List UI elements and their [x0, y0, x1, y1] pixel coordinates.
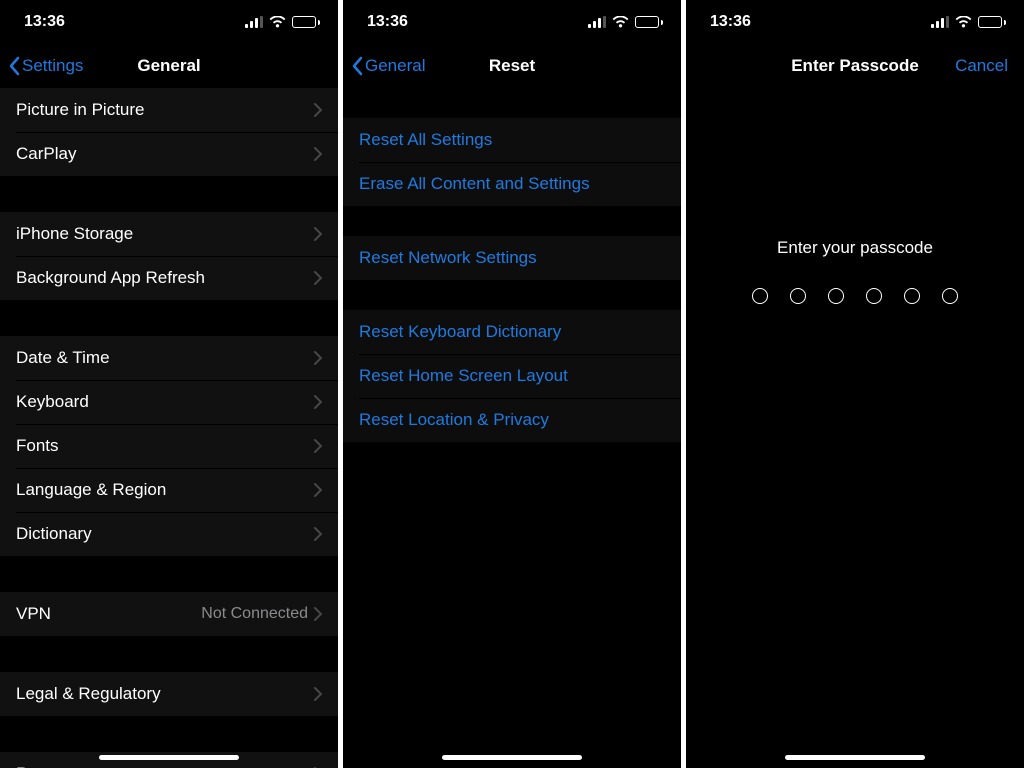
cell-vpn[interactable]: VPN Not Connected [0, 592, 338, 636]
passcode-dot [828, 288, 844, 304]
cell-vpn-detail: Not Connected [201, 605, 308, 623]
back-label: General [365, 56, 425, 76]
chevron-right-icon [314, 271, 322, 285]
cell-reset-location-privacy[interactable]: Reset Location & Privacy [343, 398, 681, 442]
passcode-prompt: Enter your passcode [777, 238, 933, 258]
screen-passcode: 13:36 Enter Passcode Cancel Enter your p… [686, 0, 1024, 768]
passcode-dot [752, 288, 768, 304]
chevron-right-icon [314, 483, 322, 497]
chevron-right-icon [314, 103, 322, 117]
cell-date-time[interactable]: Date & Time [0, 336, 338, 380]
chevron-right-icon [314, 439, 322, 453]
reset-list[interactable]: Reset All Settings Erase All Content and… [343, 88, 681, 768]
passcode-dot [942, 288, 958, 304]
status-right-cluster [588, 16, 663, 28]
cell-reset-all-settings[interactable]: Reset All Settings [343, 118, 681, 162]
cellular-signal-icon [588, 16, 606, 28]
nav-title: General [137, 56, 200, 76]
wifi-icon [269, 16, 286, 28]
chevron-right-icon [314, 395, 322, 409]
cell-picture-in-picture[interactable]: Picture in Picture [0, 88, 338, 132]
cell-carplay[interactable]: CarPlay [0, 132, 338, 176]
screen-general: 13:36 Settings General Pictu [0, 0, 338, 768]
chevron-left-icon [351, 56, 363, 76]
home-indicator[interactable] [442, 755, 582, 760]
passcode-dot [790, 288, 806, 304]
wifi-icon [955, 16, 972, 28]
nav-title: Enter Passcode [791, 56, 919, 76]
cell-reset-home-screen-layout[interactable]: Reset Home Screen Layout [343, 354, 681, 398]
nav-bar: Enter Passcode Cancel [686, 44, 1024, 88]
nav-bar: Settings General [0, 44, 338, 88]
chevron-right-icon [314, 527, 322, 541]
nav-bar: General Reset [343, 44, 681, 88]
status-time: 13:36 [24, 13, 65, 31]
cell-keyboard[interactable]: Keyboard [0, 380, 338, 424]
home-indicator[interactable] [99, 755, 239, 760]
status-bar: 13:36 [0, 0, 338, 44]
nav-title: Reset [489, 56, 535, 76]
wifi-icon [612, 16, 629, 28]
cell-language-region[interactable]: Language & Region [0, 468, 338, 512]
cell-legal-regulatory[interactable]: Legal & Regulatory [0, 672, 338, 716]
screen-reset: 13:36 General Reset Re [343, 0, 681, 768]
settings-list[interactable]: Picture in Picture CarPlay iPhone Storag… [0, 88, 338, 768]
battery-icon [292, 16, 320, 28]
cell-erase-all-content[interactable]: Erase All Content and Settings [343, 162, 681, 206]
cancel-button[interactable]: Cancel [955, 56, 1016, 76]
chevron-right-icon [314, 227, 322, 241]
status-bar: 13:36 [343, 0, 681, 44]
cell-fonts[interactable]: Fonts [0, 424, 338, 468]
cellular-signal-icon [245, 16, 263, 28]
status-right-cluster [931, 16, 1006, 28]
battery-icon [978, 16, 1006, 28]
passcode-dot [904, 288, 920, 304]
passcode-content: Enter your passcode [686, 88, 1024, 768]
cell-iphone-storage[interactable]: iPhone Storage [0, 212, 338, 256]
battery-icon [635, 16, 663, 28]
passcode-dots[interactable] [752, 288, 958, 304]
chevron-right-icon [314, 607, 322, 621]
cell-background-app-refresh[interactable]: Background App Refresh [0, 256, 338, 300]
cell-reset-network-settings[interactable]: Reset Network Settings [343, 236, 681, 280]
chevron-right-icon [314, 687, 322, 701]
chevron-left-icon [8, 56, 20, 76]
status-right-cluster [245, 16, 320, 28]
chevron-right-icon [314, 147, 322, 161]
passcode-dot [866, 288, 882, 304]
cellular-signal-icon [931, 16, 949, 28]
back-label: Settings [22, 56, 83, 76]
cell-dictionary[interactable]: Dictionary [0, 512, 338, 556]
back-button[interactable]: General [351, 56, 425, 76]
home-indicator[interactable] [785, 755, 925, 760]
status-bar: 13:36 [686, 0, 1024, 44]
cell-reset-keyboard-dictionary[interactable]: Reset Keyboard Dictionary [343, 310, 681, 354]
back-button[interactable]: Settings [8, 56, 83, 76]
chevron-right-icon [314, 351, 322, 365]
status-time: 13:36 [367, 13, 408, 31]
status-time: 13:36 [710, 13, 751, 31]
